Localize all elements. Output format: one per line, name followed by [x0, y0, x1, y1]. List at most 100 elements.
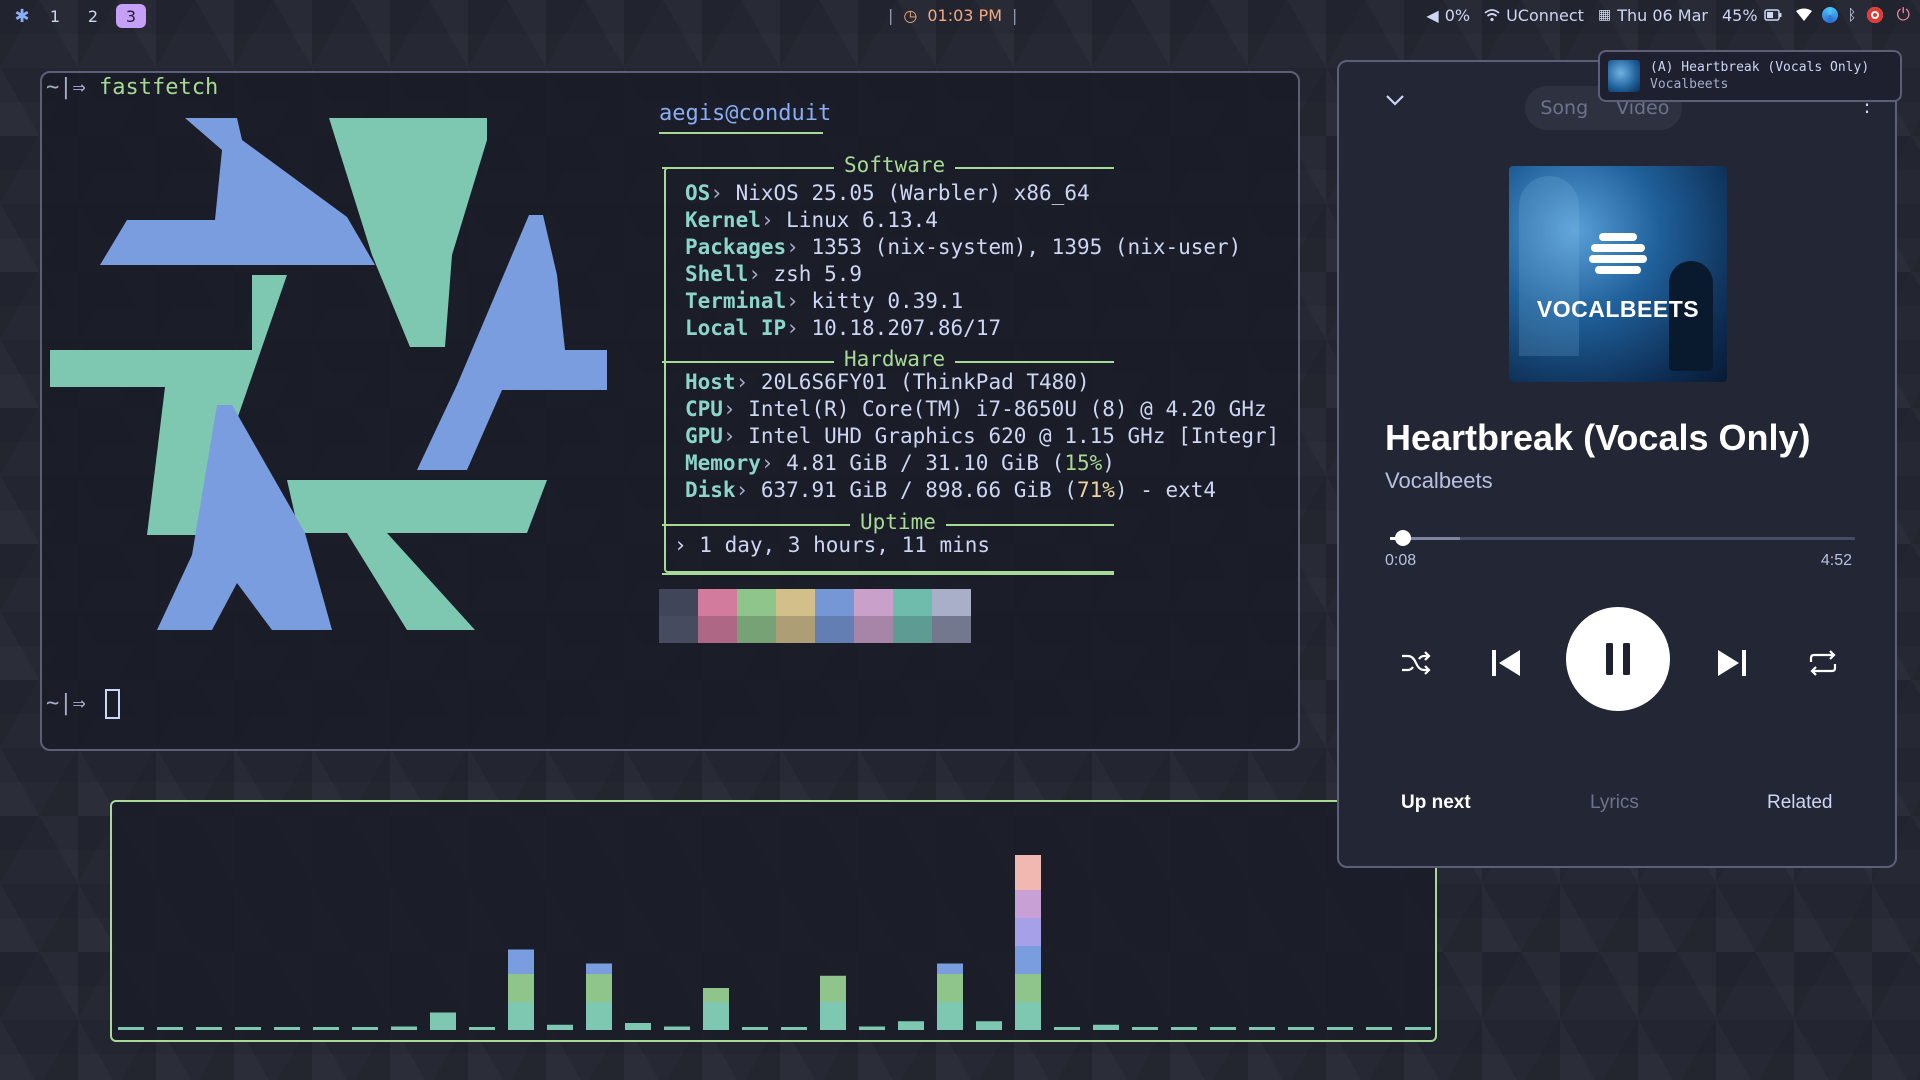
- clock-widget[interactable]: | ◷ 01:03 PM |: [888, 6, 1017, 25]
- volume-widget[interactable]: ◀ 0%: [1426, 6, 1470, 25]
- visualizer-bar: [430, 1012, 456, 1030]
- workspace-2[interactable]: 2: [78, 4, 108, 28]
- visualizer-segment: [1015, 1002, 1041, 1030]
- tab-related[interactable]: Related: [1767, 792, 1833, 814]
- next-button[interactable]: [1714, 646, 1750, 680]
- info-value-end: ) - ext4: [1114, 478, 1217, 502]
- visualizer-segment: [820, 975, 846, 1002]
- visualizer-segment: [1015, 946, 1041, 974]
- record-icon[interactable]: [1866, 7, 1883, 23]
- workspace-3[interactable]: 3: [116, 4, 146, 28]
- info-value: 10.18.207.86/17: [798, 316, 1002, 340]
- tab-song[interactable]: Song: [1525, 97, 1604, 119]
- visualizer-segment: [1015, 855, 1041, 862]
- shuffle-button[interactable]: [1399, 646, 1433, 680]
- info-value: kitty 0.39.1: [798, 289, 964, 313]
- info-key: Packages: [685, 235, 787, 259]
- palette-swatch: [659, 589, 698, 616]
- nixos-menu-icon[interactable]: ✱: [12, 6, 32, 27]
- prompt-symbol: ~|⇒: [46, 75, 86, 100]
- progress-slider[interactable]: [1390, 530, 1855, 546]
- palette-swatch: [854, 589, 893, 616]
- visualizer-bar: [118, 1027, 144, 1030]
- palette-swatch: [659, 616, 698, 643]
- visualizer-segment: [781, 1027, 807, 1030]
- bluetooth-icon[interactable]: ᛒ: [1848, 6, 1857, 24]
- info-memory: Memory› 4.81 GiB / 31.10 GiB (15%): [685, 451, 1115, 475]
- info-key: GPU: [685, 424, 723, 448]
- workspace-1[interactable]: 1: [40, 4, 70, 28]
- info-key: Kernel: [685, 208, 761, 232]
- visualizer-bar: [976, 1021, 1002, 1030]
- visualizer-bar: [274, 1027, 300, 1030]
- visualizer-bar: [469, 1027, 495, 1030]
- album-arch: [1519, 176, 1579, 356]
- color-palette: [659, 589, 971, 643]
- visualizer-bar: [1327, 1027, 1353, 1030]
- clock-text: 01:03 PM: [927, 6, 1003, 25]
- visualizer-bar: [703, 988, 729, 1030]
- visualizer-segment: [235, 1027, 261, 1030]
- info-value: Intel UHD Graphics 620 @ 1.15 GHz [Integ…: [735, 424, 1280, 448]
- visualizer-bar: [1132, 1027, 1158, 1030]
- separator: ›: [735, 370, 749, 394]
- battery-widget[interactable]: 45%: [1722, 6, 1782, 25]
- browser-icon[interactable]: [1821, 7, 1838, 23]
- section-software: Software: [834, 153, 956, 177]
- previous-button[interactable]: [1488, 646, 1524, 680]
- wifi-icon[interactable]: [1795, 8, 1812, 22]
- visualizer-segment: [664, 1026, 690, 1030]
- visualizer-bar: [1171, 1027, 1197, 1030]
- tab-lyrics[interactable]: Lyrics: [1590, 792, 1639, 814]
- visualizer-segment: [742, 1027, 768, 1030]
- info-uptime: › 1 day, 3 hours, 11 mins: [674, 533, 991, 557]
- separator: ›: [735, 478, 749, 502]
- info-key: Terminal: [685, 289, 787, 313]
- user-host-underline: [659, 132, 823, 134]
- visualizer-bar: [1288, 1027, 1314, 1030]
- visualizer-segment: [352, 1027, 378, 1030]
- visualizer-segment: [937, 974, 963, 1002]
- info-kernel: Kernel› Linux 6.13.4: [685, 208, 938, 232]
- divider: [662, 573, 1114, 575]
- visualizer-segment: [1093, 1024, 1119, 1030]
- shuffle-icon: [1402, 651, 1431, 675]
- nixos-logo: [50, 118, 607, 630]
- visualizer-bar: [1015, 855, 1041, 1030]
- notification-subtitle: Vocalbeets: [1650, 77, 1729, 92]
- info-terminal: Terminal› kitty 0.39.1: [685, 289, 963, 313]
- info-value: Intel(R) Core(TM) i7-8650U (8) @ 4.20 GH…: [735, 397, 1267, 421]
- date-widget[interactable]: ▦ Thu 06 Mar: [1598, 6, 1708, 25]
- tab-up-next[interactable]: Up next: [1401, 792, 1471, 814]
- visualizer-segment: [508, 949, 534, 974]
- palette-swatch: [932, 589, 971, 616]
- command-text: fastfetch: [99, 75, 219, 100]
- pause-button[interactable]: [1566, 607, 1670, 711]
- workspace-switcher: ✱ 1 2 3: [12, 4, 146, 28]
- media-notification[interactable]: (A) Heartbreak (Vocals Only) Vocalbeets: [1598, 50, 1902, 102]
- visualizer-bar: [820, 975, 846, 1030]
- info-value: zsh 5.9: [760, 262, 863, 286]
- visualizer-bar: [1249, 1027, 1275, 1030]
- divider: |: [888, 6, 894, 25]
- info-key: OS: [685, 181, 711, 205]
- terminal-window[interactable]: ~|⇒ fastfetch aegis@conduit Software Har…: [40, 71, 1300, 751]
- visualizer-segment: [1405, 1027, 1431, 1030]
- network-widget[interactable]: UConnect: [1484, 6, 1584, 25]
- info-key: Memory: [685, 451, 761, 475]
- notification-thumbnail: [1608, 60, 1640, 92]
- visualizer-bar: [898, 1021, 924, 1030]
- progress-knob[interactable]: [1395, 530, 1412, 546]
- repeat-button[interactable]: [1806, 646, 1840, 680]
- visualizer-segment: [157, 1027, 183, 1030]
- visualizer-bar: [586, 963, 612, 1030]
- palette-swatch: [854, 616, 893, 643]
- chevron-down-icon[interactable]: [1385, 94, 1405, 106]
- power-icon[interactable]: ⏻: [1897, 5, 1910, 25]
- visualizer-segment: [1249, 1027, 1275, 1030]
- visualizer-segment: [703, 1002, 729, 1030]
- visualizer-bar: [1366, 1027, 1392, 1030]
- battery-icon: [1763, 9, 1782, 21]
- song-artist[interactable]: Vocalbeets: [1385, 468, 1493, 494]
- visualizer-segment: [898, 1021, 924, 1030]
